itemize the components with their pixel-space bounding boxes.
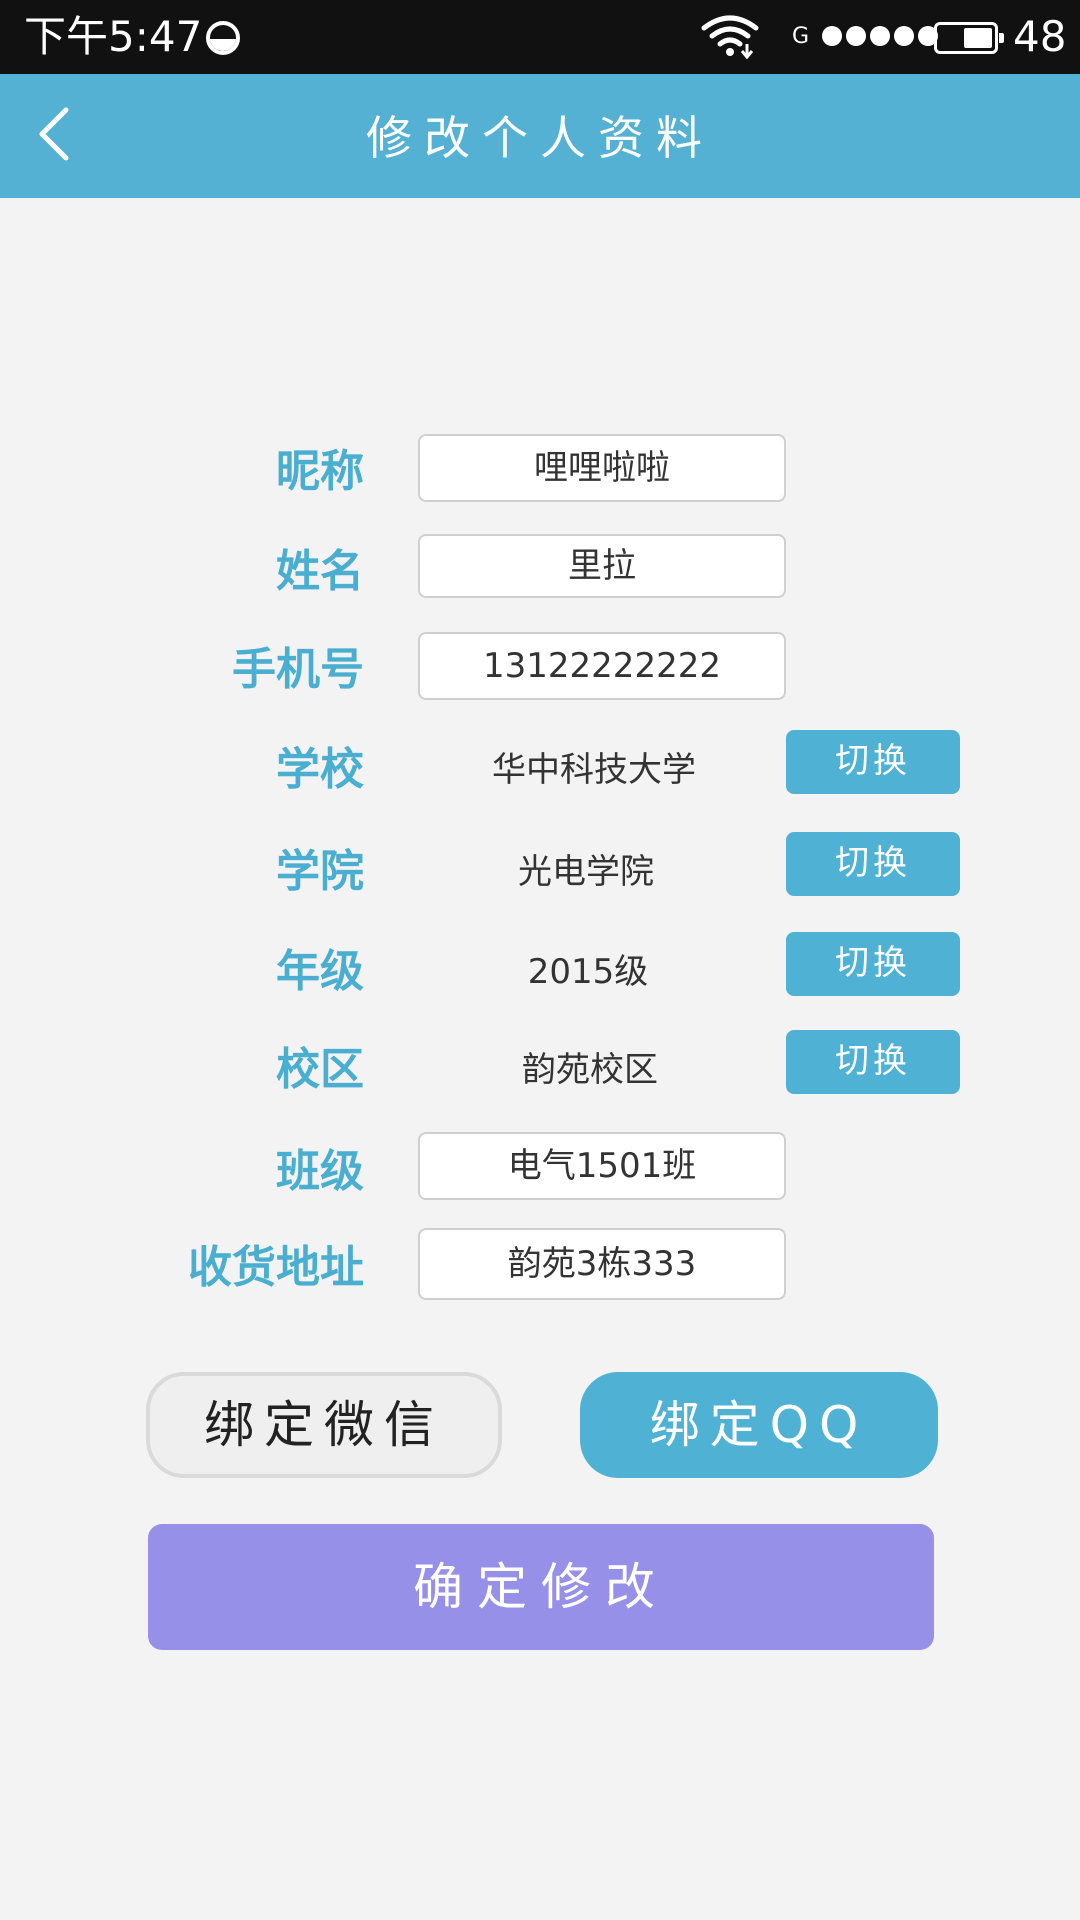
switch-campus-button[interactable]: 切换 bbox=[786, 1030, 960, 1094]
app-header: 修改个人资料 bbox=[0, 74, 1080, 198]
class-row: 班级 电气1501班 bbox=[0, 1132, 1080, 1212]
switch-college-button[interactable]: 切换 bbox=[786, 832, 960, 896]
address-input[interactable]: 韵苑3栋333 bbox=[418, 1228, 786, 1300]
address-label: 收货地址 bbox=[188, 1242, 364, 1293]
name-row: 姓名 里拉 bbox=[0, 532, 1080, 612]
switch-school-button[interactable]: 切换 bbox=[786, 730, 960, 794]
school-row: 学校 华中科技大学 切换 bbox=[0, 730, 1080, 810]
signal-strength-icon bbox=[822, 26, 938, 46]
battery-level: 48 bbox=[1013, 12, 1067, 61]
class-input[interactable]: 电气1501班 bbox=[418, 1132, 786, 1200]
name-label: 姓名 bbox=[276, 546, 364, 597]
bind-qq-button[interactable]: 绑定QQ bbox=[580, 1372, 938, 1478]
grade-label: 年级 bbox=[276, 946, 364, 997]
phone-row: 手机号 13122222222 bbox=[0, 630, 1080, 710]
battery-icon bbox=[934, 22, 1004, 54]
status-time: 下午5:47 bbox=[24, 12, 203, 61]
campus-value: 韵苑校区 bbox=[522, 1050, 658, 1090]
edit-profile-screen: 下午5:47 G 48 修改个人资料 昵称 哩哩啦啦 姓名 里拉 手机号 131… bbox=[0, 0, 1080, 1920]
class-label: 班级 bbox=[276, 1146, 364, 1197]
status-bar: 下午5:47 G 48 bbox=[0, 0, 1080, 74]
bind-wechat-button[interactable]: 绑定微信 bbox=[146, 1372, 502, 1478]
college-value: 光电学院 bbox=[518, 852, 654, 892]
wifi-icon bbox=[701, 15, 759, 60]
name-input[interactable]: 里拉 bbox=[418, 534, 786, 598]
nickname-input[interactable]: 哩哩啦啦 bbox=[418, 434, 786, 502]
college-row: 学院 光电学院 切换 bbox=[0, 832, 1080, 912]
campus-label: 校区 bbox=[276, 1044, 364, 1095]
grade-row: 年级 2015级 切换 bbox=[0, 932, 1080, 1012]
school-value: 华中科技大学 bbox=[492, 750, 696, 790]
do-not-disturb-icon bbox=[206, 21, 240, 55]
phone-input[interactable]: 13122222222 bbox=[418, 632, 786, 700]
school-label: 学校 bbox=[276, 744, 364, 795]
college-label: 学院 bbox=[276, 846, 364, 897]
switch-grade-button[interactable]: 切换 bbox=[786, 932, 960, 996]
nickname-label: 昵称 bbox=[276, 446, 364, 497]
nickname-row: 昵称 哩哩啦啦 bbox=[0, 432, 1080, 512]
page-title: 修改个人资料 bbox=[366, 111, 714, 165]
network-type: G bbox=[792, 24, 810, 49]
confirm-button[interactable]: 确定修改 bbox=[148, 1524, 934, 1650]
grade-value: 2015级 bbox=[527, 952, 649, 992]
campus-row: 校区 韵苑校区 切换 bbox=[0, 1030, 1080, 1110]
phone-label: 手机号 bbox=[232, 644, 364, 695]
address-row: 收货地址 韵苑3栋333 bbox=[0, 1228, 1080, 1308]
